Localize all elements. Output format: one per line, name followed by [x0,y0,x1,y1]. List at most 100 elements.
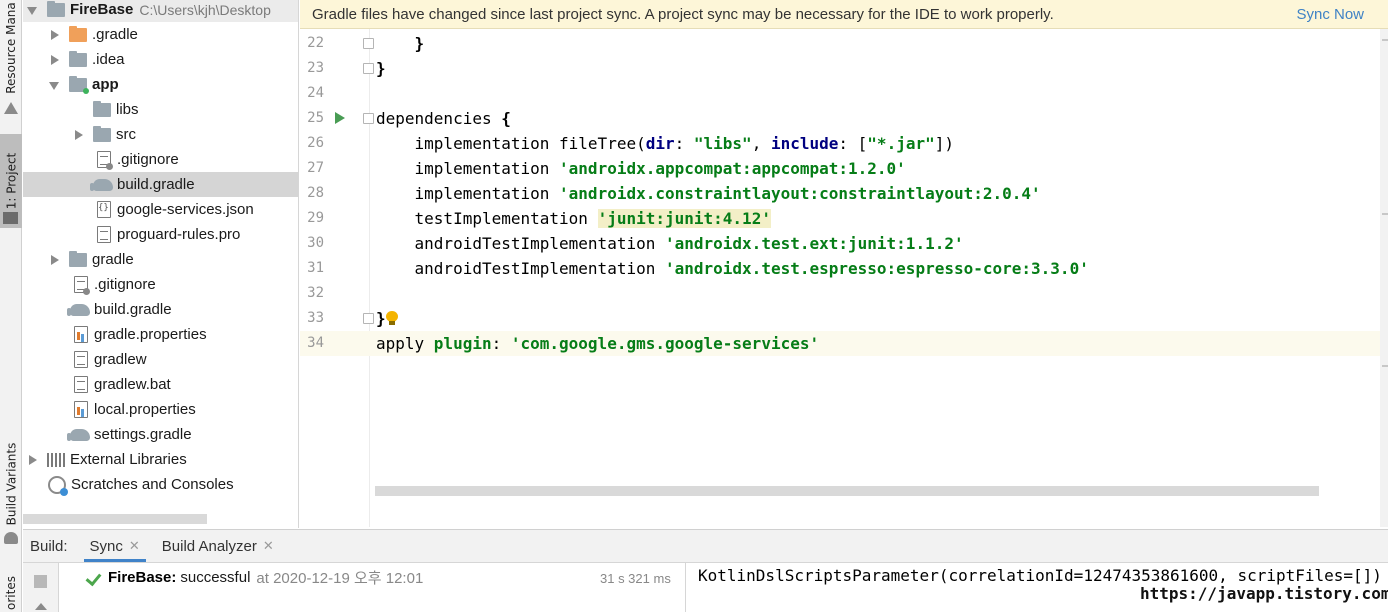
line-number: 32 [307,285,324,301]
chevron-down-icon[interactable] [27,5,37,15]
tree-item-gradlew-bat[interactable]: gradlew.bat [23,372,298,397]
code-line-22: } [414,34,425,53]
code-line-25: dependencies { [376,109,511,128]
gradle-elephant-icon [90,178,113,191]
tree-item-local-properties[interactable]: local.properties [23,397,298,422]
tab-build-analyzer[interactable]: Build Analyzer ✕ [162,530,274,562]
project-folder-icon [3,212,18,224]
resource-manager-icon [4,102,18,114]
folder-icon [69,250,87,267]
close-icon[interactable]: ✕ [129,538,140,554]
tree-item-scratches[interactable]: Scratches and Consoles [23,472,298,497]
line-number: 29 [307,210,324,226]
tree-item-settings-gradle[interactable]: settings.gradle [23,422,298,447]
tree-item-gradle[interactable]: gradle [23,247,298,272]
code-line-27: implementation 'androidx.appcompat:appco… [414,159,906,178]
properties-file-icon [74,326,88,343]
line-number: 22 [307,35,324,51]
code-line-33: } [376,309,386,328]
pin-icon[interactable] [35,603,47,610]
build-duration: 31 s 321 ms [600,571,671,586]
line-number: 28 [307,185,324,201]
resource-manager-tab[interactable]: Resource Mana [0,0,22,96]
tree-item-google-services[interactable]: google-services.json [23,197,298,222]
project-horizontal-scrollbar[interactable] [23,514,207,524]
editor-horizontal-scrollbar[interactable] [375,486,1319,496]
sync-now-link[interactable]: Sync Now [1296,6,1364,23]
scroll-marker [1382,39,1388,41]
build-result-row[interactable]: FireBase: successful at 2020-12-19 오후 12… [86,567,423,588]
line-number: 31 [307,260,324,276]
fold-marker-icon[interactable] [363,63,374,74]
chevron-right-icon[interactable] [49,254,59,265]
line-number: 24 [307,85,324,101]
tree-item-src[interactable]: src [23,122,298,147]
folder-icon [93,100,111,117]
gitignore-file-icon [74,276,90,295]
build-tool-window-header: Build: Sync ✕ Build Analyzer ✕ [23,529,1388,563]
tree-item-proguard[interactable]: proguard-rules.pro [23,222,298,247]
line-number: 27 [307,160,324,176]
close-icon[interactable]: ✕ [263,538,274,554]
code-line-34: apply plugin: 'com.google.gms.google-ser… [376,334,820,353]
folder-icon [93,125,111,142]
build-console-output: KotlinDslScriptsParameter(correlationId=… [698,566,1382,585]
tree-item-app[interactable]: app [23,72,298,97]
chevron-right-icon[interactable] [73,129,83,140]
tab-sync[interactable]: Sync ✕ [83,530,147,562]
tree-root-firebase[interactable]: FireBase C:\Users\kjh\Desktop [23,0,298,22]
tree-item-gitignore[interactable]: .gitignore [23,272,298,297]
gitignore-file-icon [97,151,113,170]
tree-item-external-libraries[interactable]: External Libraries [23,447,298,472]
tree-item-app-build-gradle[interactable]: build.gradle [23,172,298,197]
line-number: 23 [307,60,324,76]
chevron-down-icon[interactable] [49,80,59,90]
fold-marker-icon[interactable] [363,313,374,324]
gradle-elephant-icon [67,303,90,316]
tree-item-gradle-properties[interactable]: gradle.properties [23,322,298,347]
scroll-marker [1382,365,1388,367]
favorites-tab[interactable]: orites [0,574,22,612]
line-number: 34 [307,335,324,351]
project-folder-icon [47,0,65,17]
line-number: 33 [307,310,324,326]
stop-icon[interactable] [34,575,47,588]
run-gutter-icon[interactable] [335,112,345,124]
build-variants-tab[interactable]: Build Variants [0,438,22,530]
chevron-right-icon[interactable] [49,54,59,65]
tree-item-idea[interactable]: .idea [23,47,298,72]
editor-vertical-scrollbar[interactable] [1380,29,1388,527]
success-check-icon [86,570,102,586]
build-toolbar [23,563,59,612]
tree-item-gradlew[interactable]: gradlew [23,347,298,372]
tree-item-gradle-dir[interactable]: .gradle [23,22,298,47]
json-file-icon [97,201,111,218]
gradle-elephant-icon [67,428,90,441]
watermark-url: https://javapp.tistory.com/ [1140,584,1388,603]
libraries-icon [47,452,65,467]
line-number: 25 [307,110,324,126]
properties-file-icon [74,401,88,418]
build-label: Build: [30,537,68,555]
fold-marker-icon[interactable] [363,113,374,124]
fold-marker-icon[interactable] [363,38,374,49]
scroll-marker [1382,213,1388,215]
text-file-icon [97,226,111,243]
text-file-icon [74,351,88,368]
line-number: 26 [307,135,324,151]
lightbulb-icon[interactable] [386,311,398,325]
sync-banner: Gradle files have changed since last pro… [300,0,1388,29]
code-line-26: implementation fileTree(dir: "libs", inc… [414,134,954,153]
left-tool-strip: Resource Mana 1: Project Build Variants … [0,0,22,612]
code-line-30: androidTestImplementation 'androidx.test… [414,234,964,253]
module-folder-icon [69,75,89,94]
panel-divider[interactable] [685,563,686,612]
tree-item-libs[interactable]: libs [23,97,298,122]
chevron-right-icon[interactable] [27,454,37,465]
folder-icon [69,50,87,67]
tree-item-app-gitignore[interactable]: .gitignore [23,147,298,172]
chevron-right-icon[interactable] [49,29,59,40]
code-line-23: } [376,59,386,78]
code-line-28: implementation 'androidx.constraintlayou… [414,184,1041,203]
tree-item-build-gradle[interactable]: build.gradle [23,297,298,322]
